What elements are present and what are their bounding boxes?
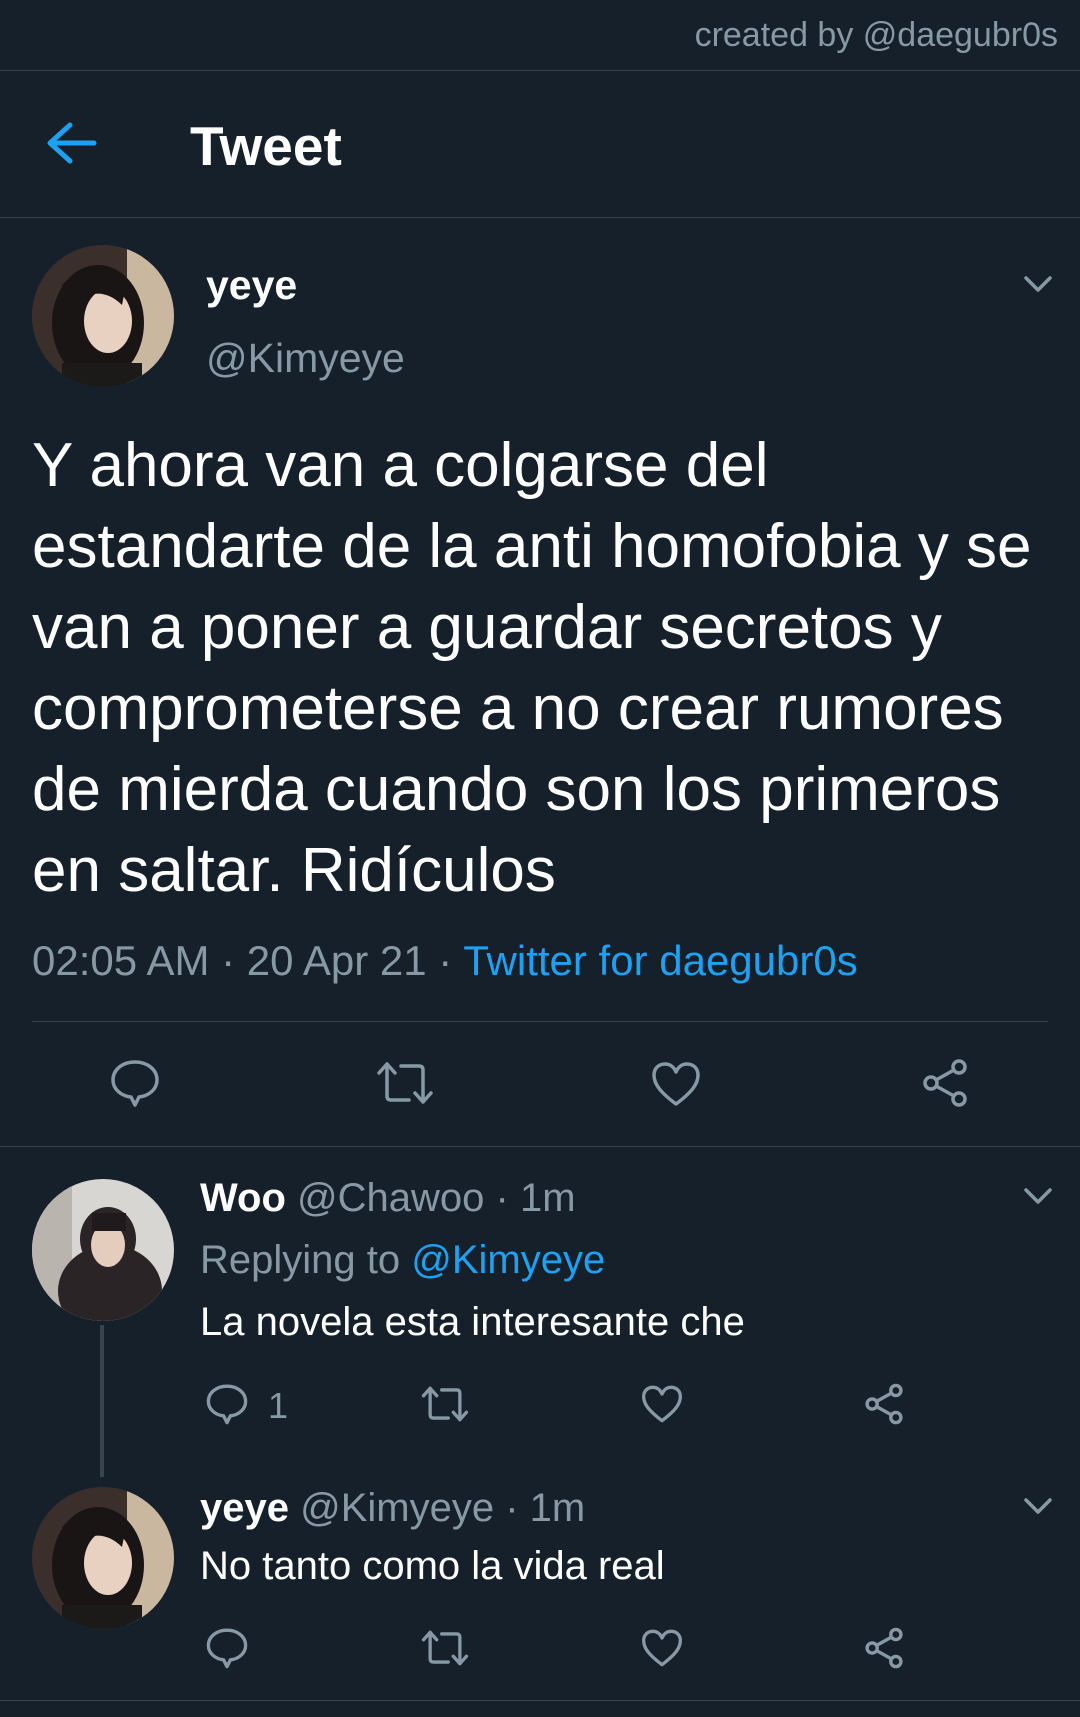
arrow-left-icon [47,122,97,164]
retweet-button[interactable] [375,1060,435,1106]
speech-bubble-icon [206,1384,248,1425]
retweet-icon [377,1062,433,1104]
author-handle[interactable]: @Kimyeye [206,335,405,382]
replying-to-line: Replying to @Kimyeye [200,1238,605,1283]
avatar-portrait-icon [32,1487,174,1629]
like-button[interactable] [640,1384,684,1424]
tweet-time: 02:05 AM [32,937,210,984]
reply-header: yeye @Kimyeye · 1m [200,1486,585,1531]
tweet-text: Y ahora van a colgarse del estandarte de… [32,431,1032,905]
avatar[interactable] [32,1179,174,1321]
reply-button[interactable] [205,1382,249,1426]
reply-age: · 1m [495,1176,576,1220]
share-icon [865,1383,903,1425]
tweet-source-link[interactable]: Twitter for daegubr0s [463,937,858,984]
divider [0,1146,1080,1147]
reply-count: 1 [268,1385,289,1426]
tweet-meta: 02:05 AM · 20 Apr 21 · Twitter for daegu… [32,937,858,985]
author-display-name[interactable]: yeye [206,262,297,309]
replying-to-handle[interactable]: @Kimyeye [411,1238,605,1282]
chevron-down-icon [1024,1498,1052,1514]
retweet-icon [421,1386,469,1422]
reply-author-name[interactable]: Woo [200,1176,286,1220]
retweet-button[interactable] [420,1385,470,1423]
watermark-bar: created by @daegubr0s [0,0,1080,71]
retweet-icon [421,1630,469,1666]
divider [32,1021,1048,1022]
share-button[interactable] [919,1057,971,1109]
reply-age: · 1m [505,1486,586,1530]
avatar-portrait-icon [32,1179,174,1321]
avatar[interactable] [32,1487,174,1629]
speech-bubble-icon [111,1060,159,1107]
replying-to-label: Replying to [200,1238,401,1282]
tweet-options-button[interactable] [1020,1178,1056,1214]
retweet-button[interactable] [420,1629,470,1667]
reply-button[interactable] [205,1626,249,1670]
tweet-options-button[interactable] [1020,1488,1056,1524]
heart-icon [642,1385,682,1423]
tweet-date[interactable]: 20 Apr 21 [247,937,427,984]
chevron-down-icon [1024,1188,1052,1204]
reply-author-handle[interactable]: @Chawoo [297,1176,484,1220]
tweet-options-button[interactable] [1020,266,1056,302]
reply-button[interactable] [109,1057,161,1109]
meta-separator: · [209,937,247,984]
meta-separator: · [426,937,464,984]
watermark-text: created by @daegubr0s [694,16,1058,54]
share-button[interactable] [862,1382,906,1426]
share-button[interactable] [862,1626,906,1670]
reply-author-name[interactable]: yeye [200,1486,289,1530]
share-icon [923,1059,967,1107]
share-icon [865,1627,903,1669]
like-button[interactable] [640,1628,684,1668]
divider [0,1700,1080,1701]
heart-icon [642,1629,682,1667]
reply-header: Woo @Chawoo · 1m [200,1176,576,1221]
reply-text: No tanto como la vida real [200,1544,665,1588]
speech-bubble-icon [206,1628,248,1669]
chevron-down-icon [1024,276,1052,292]
back-button[interactable] [42,117,102,169]
avatar[interactable] [32,245,174,387]
top-header: Tweet [0,71,1080,218]
heart-icon [652,1062,700,1106]
reply-author-handle[interactable]: @Kimyeye [300,1486,494,1530]
page-title: Tweet [190,115,342,177]
avatar-portrait-icon [32,245,174,387]
thread-connector-line [100,1325,104,1477]
reply-text: La novela esta interesante che [200,1300,745,1344]
like-button[interactable] [650,1060,702,1108]
